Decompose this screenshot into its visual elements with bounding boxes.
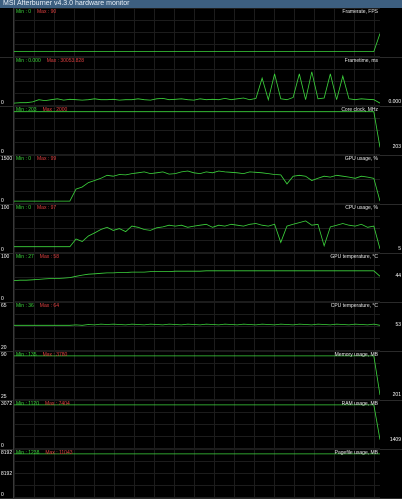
y-axis-top-label: 100 xyxy=(1,254,10,260)
graph-svg xyxy=(14,253,380,302)
max-value: Max : 58 xyxy=(39,254,59,260)
current-value: 1409 xyxy=(389,436,401,443)
y-axis-top-label: 8192 xyxy=(1,450,13,456)
window-title: MSI Afterburner v4.3.0 hardware monitor xyxy=(0,0,402,8)
min-max-label: Min : 0 Max : 97 xyxy=(16,205,56,211)
max-value: Max : 7404 xyxy=(44,401,70,407)
min-max-label: Min : 1238 Max : 11043 xyxy=(16,450,73,456)
min-max-label: Min : 0 Max : 99 xyxy=(16,156,56,162)
max-value: Max : 64 xyxy=(39,303,59,309)
min-max-label: Min : 0 Max : 90 xyxy=(16,9,56,15)
graph-title: RAM usage, MB xyxy=(341,401,378,407)
graph-panel[interactable]: Min : 0 Max : 99 GPU usage, % 1500 0 xyxy=(0,155,402,205)
graph-svg xyxy=(14,8,380,57)
min-value: Min : 27 xyxy=(16,254,34,260)
graph-svg xyxy=(14,400,380,449)
graph-line xyxy=(14,271,380,281)
graph-plot-area xyxy=(13,400,380,449)
graph-line xyxy=(14,221,380,249)
graph-svg xyxy=(14,449,380,498)
graph-line xyxy=(14,171,380,201)
min-value: Min : 203 xyxy=(16,107,37,113)
min-value: Min : 1120 xyxy=(16,401,39,407)
min-value: Min : 0 xyxy=(16,9,32,15)
graph-panel[interactable]: Min : 36 Max : 64 CPU temperature, °C 65 20 5… xyxy=(0,302,402,352)
graph-title: Memory usage, MB xyxy=(334,352,378,358)
max-value: Max : 11043 xyxy=(45,450,73,456)
graph-svg xyxy=(14,57,380,106)
graph-plot-area xyxy=(13,57,380,106)
min-value: Min : 135 xyxy=(16,352,37,358)
graph-line xyxy=(14,112,380,148)
min-max-label: Min : 0.000 Max : 30053.828 xyxy=(16,58,84,64)
min-value: Min : 36 xyxy=(16,303,34,309)
max-value: Max : 99 xyxy=(37,156,57,162)
max-value: Max : 90 xyxy=(37,9,57,15)
min-max-label: Min : 203 Max : 2000 xyxy=(16,107,67,113)
graph-panel[interactable]: Min : 1238 Max : 11043 Pagefile usage, MB 8… xyxy=(0,449,402,499)
graph-title: CPU usage, % xyxy=(345,205,378,211)
graph-title: Frametime, ms xyxy=(344,58,378,64)
graph-title: Framerate, FPS xyxy=(342,9,378,15)
min-value: Min : 1238 xyxy=(16,450,40,456)
current-value: 203 xyxy=(392,144,401,151)
graph-panel[interactable]: Min : 0 Max : 90 Framerate, FPS xyxy=(0,8,402,58)
graph-plot-area xyxy=(13,302,380,351)
graph-title: CPU temperature, °C xyxy=(330,303,378,309)
min-value: Min : 0 xyxy=(16,156,32,162)
max-value: Max : 2000 xyxy=(42,107,68,113)
graph-line xyxy=(14,356,380,395)
graph-svg xyxy=(14,106,380,155)
graph-title: GPU usage, % xyxy=(344,156,378,162)
y-axis-top-label: 100 xyxy=(1,205,10,211)
graph-plot-area xyxy=(13,8,380,57)
graph-plot-area xyxy=(13,106,380,155)
graph-plot-area xyxy=(13,155,380,204)
current-value: 53 xyxy=(395,322,401,329)
graph-panel[interactable]: Min : 1120 Max : 7404 RAM usage, MB 3072 0 14… xyxy=(0,400,402,450)
graph-line xyxy=(14,72,380,103)
graph-title: Pagefile usage, MB xyxy=(334,450,378,456)
graph-plot-area xyxy=(13,204,380,253)
hardware-monitor: Min : 0 Max : 90 Framerate, FPS Min : 0.000… xyxy=(0,8,402,499)
current-value: 5 xyxy=(398,245,401,252)
min-value: Min : 0.000 xyxy=(16,58,41,64)
graph-panel[interactable]: Min : 135 Max : 3780 Memory usage, MB 90 25 2… xyxy=(0,351,402,401)
max-value: Max : 30053.828 xyxy=(46,58,84,64)
graph-line xyxy=(14,34,380,52)
graph-plot-area xyxy=(13,351,380,400)
y-axis-top-label: 1500 xyxy=(1,156,13,162)
min-max-label: Min : 27 Max : 58 xyxy=(16,254,59,260)
graph-panel[interactable]: Min : 27 Max : 58 GPU temperature, °C 100 0 4… xyxy=(0,253,402,303)
y-axis-top-label: 90 xyxy=(1,352,7,358)
graph-plot-area xyxy=(13,253,380,302)
graph-plot-area xyxy=(13,449,380,498)
graph-title: Core clock, MHz xyxy=(341,107,378,113)
graph-line xyxy=(14,405,380,440)
y-axis-top-label: 65 xyxy=(1,303,7,309)
current-value: 0.000 xyxy=(388,99,401,105)
graph-title: GPU temperature, °C xyxy=(330,254,378,260)
graph-panel[interactable]: Min : 0.000 Max : 30053.828 Frametime, ms 0… xyxy=(0,57,402,107)
max-value: Max : 3780 xyxy=(42,352,68,358)
graph-panel[interactable]: Min : 0 Max : 97 CPU usage, % 100 0 5 xyxy=(0,204,402,254)
graph-panel[interactable]: Min : 203 Max : 2000 Core clock, MHz 0 203 xyxy=(0,106,402,156)
current-value: 201 xyxy=(392,391,401,398)
min-value: Min : 0 xyxy=(16,205,32,211)
min-max-label: Min : 1120 Max : 7404 xyxy=(16,401,70,407)
graph-svg xyxy=(14,351,380,400)
current-value: 44 xyxy=(395,273,401,280)
min-max-label: Min : 135 Max : 3780 xyxy=(16,352,67,358)
footer-axis-label: 8192 xyxy=(1,471,13,477)
graph-svg xyxy=(14,302,380,351)
graph-line xyxy=(14,324,380,325)
min-max-label: Min : 36 Max : 64 xyxy=(16,303,59,309)
max-value: Max : 97 xyxy=(37,205,57,211)
y-axis-top-label: 3072 xyxy=(1,401,13,407)
graph-svg xyxy=(14,204,380,253)
graph-svg xyxy=(14,155,380,204)
